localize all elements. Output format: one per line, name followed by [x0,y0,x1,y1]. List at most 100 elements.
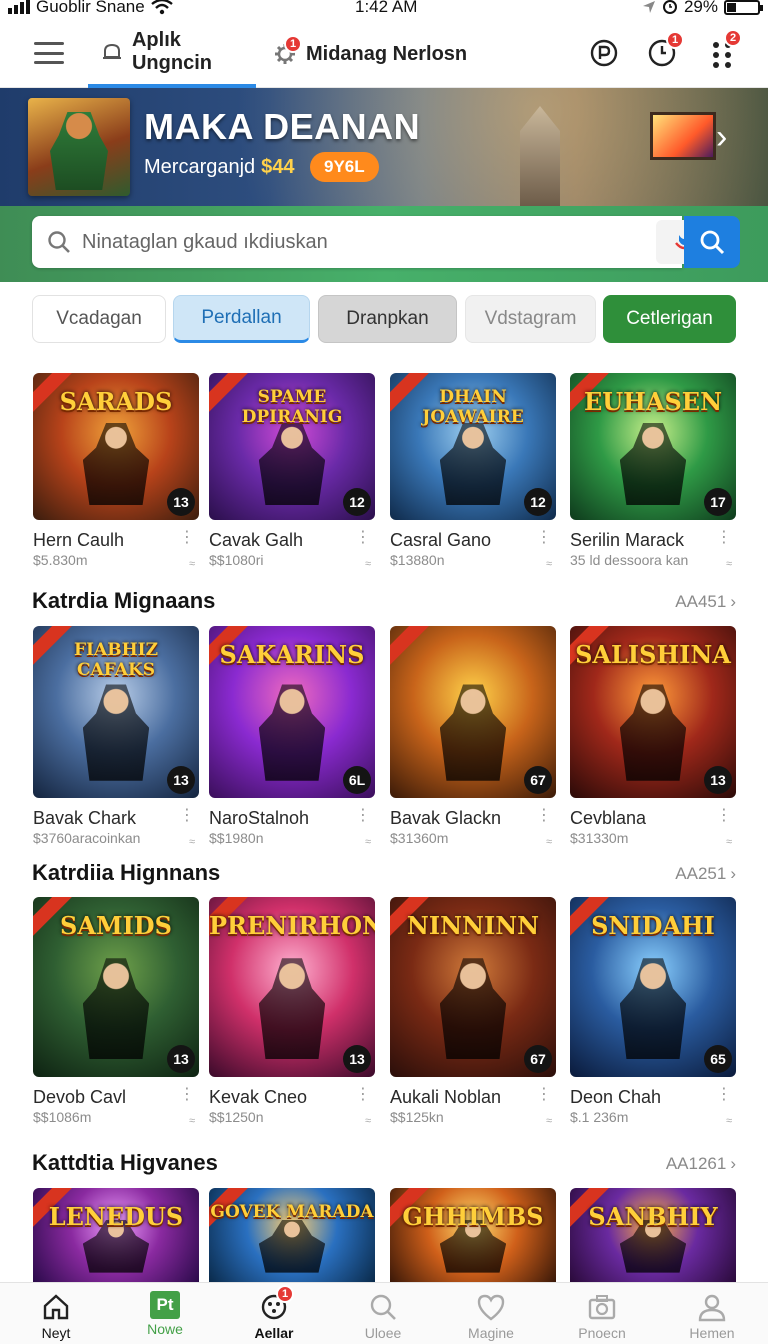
chip-3[interactable]: Vdstagram [465,295,596,343]
game-card[interactable]: SPAME DPIRANIG 12 Cavak Galh $$1080ri ⋮ ≈ [209,373,375,570]
more-options-icon[interactable]: ⋮ [179,808,195,824]
game-price: $$125kn [390,1109,444,1125]
new-ribbon [390,626,433,666]
chip-4[interactable]: Cetlerigan [603,295,736,343]
game-card[interactable]: NINNINN 67 Aukali Noblan $$125kn ⋮ ≈ [390,897,556,1127]
game-card[interactable]: 67 Bavak Glackn $31360m ⋮ ≈ [390,626,556,848]
game-card[interactable]: SARADS 13 Hern Caulh $5.830m ⋮ ≈ [33,373,199,570]
p-circle-icon[interactable] [588,37,620,69]
game-art-title: PRENIRHONK [209,911,375,940]
download-icon[interactable]: ≈ [365,558,371,570]
section-see-all[interactable]: AA451 › [675,592,736,612]
download-icon[interactable]: ≈ [189,1115,195,1127]
download-icon[interactable]: ≈ [365,836,371,848]
download-icon[interactable]: ≈ [726,558,732,570]
download-icon[interactable]: ≈ [546,558,552,570]
game-card[interactable]: GHHIMBS [390,1188,556,1282]
game-thumbnail[interactable]: SALISHINA 13 [570,626,736,798]
more-options-icon[interactable]: ⋮ [716,808,732,824]
game-card[interactable]: PRENIRHONK 13 Kevak Cneo $$1250n ⋮ ≈ [209,897,375,1127]
pt-icon: Pt [150,1291,180,1319]
game-thumbnail[interactable]: GHHIMBS [390,1188,556,1282]
more-options-icon[interactable]: ⋮ [716,1087,732,1103]
game-card[interactable]: FIABHIZ CAFAKS 13 Bavak Chark $3760aracoink… [33,626,199,848]
game-thumbnail[interactable]: SNIDAHI 65 [570,897,736,1077]
chevron-right-icon: › [730,592,736,611]
download-icon[interactable]: ≈ [546,836,552,848]
more-options-icon[interactable]: ⋮ [355,808,371,824]
game-thumbnail[interactable]: PRENIRHONK 13 [209,897,375,1077]
more-options-icon[interactable]: ⋮ [355,530,371,546]
bottom-nav-label: Uloee [364,1325,402,1341]
bottom-nav-home[interactable]: Neyt [6,1283,106,1344]
download-icon[interactable]: ≈ [546,1115,552,1127]
search-input[interactable] [82,216,642,268]
game-thumbnail[interactable]: SAKARINS 6L [209,626,375,798]
game-card[interactable]: SALISHINA 13 Cevblana $31330m ⋮ ≈ [570,626,736,848]
tab-apps[interactable]: Aplık Ungncin [88,20,256,88]
game-thumbnail[interactable]: DHAIN JOAWAIRE 12 [390,373,556,520]
bottom-nav-profile[interactable]: Hemen [662,1283,762,1344]
more-options-icon[interactable]: ⋮ [716,530,732,546]
game-card[interactable]: EUHASEN 17 Serilin Marack 35 ld dessoora ka… [570,373,736,570]
clock-icon[interactable]: 1 [646,31,684,69]
game-card[interactable]: SAMIDS 13 Devob Cavl $$1086m ⋮ ≈ [33,897,199,1127]
game-thumbnail[interactable]: SPAME DPIRANIG 12 [209,373,375,520]
bottom-nav-magine[interactable]: Magine [441,1283,541,1344]
game-title: NaroStalnoh [209,808,310,828]
game-card[interactable]: GOVEK MARADA [209,1188,375,1282]
promo-banner[interactable]: MAKA DEANAN Mercarganjd $44 9Y6L › [0,88,768,206]
chip-1-selected[interactable]: Perdallan [173,295,310,343]
menu-icon[interactable] [34,42,64,64]
download-icon[interactable]: ≈ [726,1115,732,1127]
battery-percent: 29% [683,0,718,16]
filter-chips: Vcadagan Perdallan Dranpkan Vdstagram Ce… [32,295,738,343]
game-thumbnail[interactable]: SANBHIY [570,1188,736,1282]
game-card[interactable]: SANBHIY [570,1188,736,1282]
banner-game-thumbnail[interactable] [28,98,130,196]
more-dots-icon[interactable]: 2 [706,29,742,69]
more-options-icon[interactable]: ⋮ [536,530,552,546]
download-icon[interactable]: ≈ [189,836,195,848]
game-art-title: SANBHIY [588,1202,718,1231]
section-see-all[interactable]: AA1261 › [666,1154,736,1174]
search-button[interactable] [684,216,740,268]
section-see-all[interactable]: AA251 › [675,864,736,884]
more-options-icon[interactable]: ⋮ [536,808,552,824]
chevron-right-icon[interactable]: › [716,118,727,157]
tab-games[interactable]: 1 Midanag Nerlosn [272,20,467,88]
game-thumbnail[interactable]: GOVEK MARADA [209,1188,375,1282]
game-card[interactable]: DHAIN JOAWAIRE 12 Casral Gano $13880n ⋮ ≈ [390,373,556,570]
download-icon[interactable]: ≈ [365,1115,371,1127]
section-header: Kattdtia Higvanes AA1261 › [32,1150,736,1180]
search-icon [48,231,70,253]
chip-2[interactable]: Dranpkan [318,295,457,343]
game-thumbnail[interactable]: FIABHIZ CAFAKS 13 [33,626,199,798]
chevron-right-icon: › [730,1154,736,1173]
bottom-nav-search[interactable]: Uloee [333,1283,433,1344]
section-see-all-label: AA451 [675,592,727,611]
character-art [258,1219,326,1273]
game-card[interactable]: LENEDUS [33,1188,199,1282]
more-options-icon[interactable]: ⋮ [179,530,195,546]
chip-0[interactable]: Vcadagan [32,295,166,343]
game-thumbnail[interactable]: EUHASEN 17 [570,373,736,520]
game-title: Cavak Galh [209,530,304,550]
bottom-nav-games[interactable]: 1 Aellar [224,1283,324,1344]
game-thumbnail[interactable]: NINNINN 67 [390,897,556,1077]
game-thumbnail[interactable]: SARADS 13 [33,373,199,520]
bottom-nav-new[interactable]: Pt Nowe [115,1283,215,1344]
game-card[interactable]: SAKARINS 6L NaroStalnoh $$1980n ⋮ ≈ [209,626,375,848]
banner-pill-button[interactable]: 9Y6L [310,152,379,182]
game-thumbnail[interactable]: SAMIDS 13 [33,897,199,1077]
game-thumbnail[interactable]: LENEDUS [33,1188,199,1282]
download-icon[interactable]: ≈ [189,558,195,570]
game-card[interactable]: SNIDAHI 65 Deon Chah $.1 236m ⋮ ≈ [570,897,736,1127]
more-options-icon[interactable]: ⋮ [179,1087,195,1103]
bottom-nav-badge: 1 [276,1285,294,1303]
more-options-icon[interactable]: ⋮ [536,1087,552,1103]
bottom-nav-camera[interactable]: Pnoecn [552,1283,652,1344]
download-icon[interactable]: ≈ [726,836,732,848]
more-options-icon[interactable]: ⋮ [355,1087,371,1103]
game-thumbnail[interactable]: 67 [390,626,556,798]
